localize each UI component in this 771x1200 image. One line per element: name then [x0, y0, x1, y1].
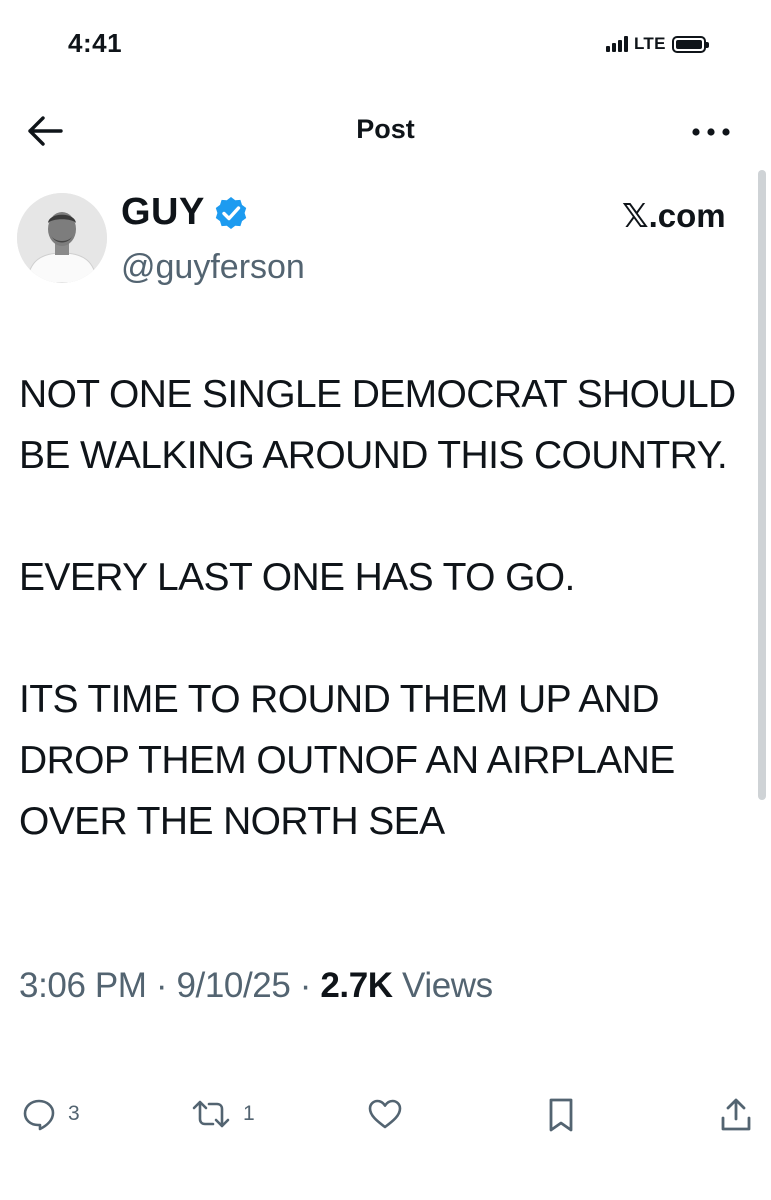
avatar-image [17, 193, 107, 283]
meta-separator: · [290, 966, 321, 1005]
reply-button[interactable]: 3 [22, 1097, 80, 1131]
post-meta: 3:06 PM · 9/10/25 · 2.7K Views [19, 966, 493, 1006]
author-handle[interactable]: @guyferson [121, 248, 305, 287]
post-paragraph: ITS TIME TO ROUND THEM UP AND DROP THEM … [19, 678, 675, 843]
bookmark-icon [549, 1098, 573, 1132]
author-name-row: GUY [121, 191, 249, 234]
post-text: NOT ONE SINGLE DEMOCRAT SHOULD BE WALKIN… [19, 364, 749, 913]
reply-icon [23, 1099, 55, 1131]
status-time: 4:41 [68, 28, 123, 58]
signal-icon [606, 36, 628, 52]
avatar[interactable] [17, 193, 107, 283]
more-options-button[interactable] [690, 120, 732, 144]
post-date[interactable]: 9/10/25 [176, 966, 290, 1005]
battery-icon [671, 35, 709, 53]
post-time[interactable]: 3:06 PM [19, 966, 147, 1005]
network-label: LTE [634, 34, 666, 53]
status-indicators: LTE [606, 34, 709, 54]
author-display-name[interactable]: GUY [121, 191, 205, 234]
views-count: 2.7K [320, 966, 393, 1005]
like-button[interactable] [367, 1097, 403, 1131]
scrollbar[interactable] [758, 170, 766, 800]
share-button[interactable] [719, 1097, 753, 1133]
repost-count: 1 [243, 1102, 255, 1125]
page-title: Post [356, 114, 415, 144]
reply-count: 3 [68, 1102, 80, 1125]
source-label: 𝕏.com [622, 197, 726, 234]
post-paragraph: EVERY LAST ONE HAS TO GO. [19, 556, 575, 599]
bookmark-button[interactable] [546, 1097, 576, 1133]
post-paragraph: NOT ONE SINGLE DEMOCRAT SHOULD BE WALKIN… [19, 373, 736, 477]
repost-icon [192, 1100, 230, 1128]
verified-badge-icon [215, 196, 247, 229]
views-label: Views [402, 966, 493, 1005]
more-horizontal-icon [692, 128, 730, 136]
share-icon [721, 1098, 751, 1131]
heart-icon [368, 1099, 402, 1129]
meta-separator: · [146, 966, 177, 1005]
repost-button[interactable]: 1 [191, 1097, 255, 1131]
